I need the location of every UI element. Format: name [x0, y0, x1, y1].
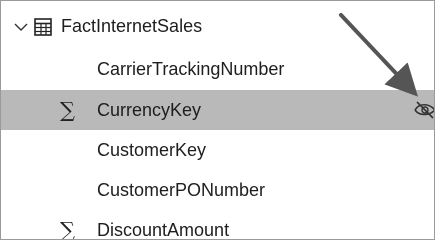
sigma-icon: ∑ — [60, 98, 75, 122]
field-label: CustomerKey — [97, 140, 207, 160]
field-label: CustomerPONumber — [97, 180, 266, 200]
field-label: DiscountAmount — [97, 220, 230, 240]
field-row-customerkey[interactable]: CustomerKey — [1, 130, 434, 170]
field-label: CurrencyKey — [97, 100, 202, 120]
eye-hidden-icon[interactable] — [413, 100, 435, 120]
field-row-customerponumber[interactable]: CustomerPONumber — [1, 170, 434, 210]
field-row-discountamount[interactable]: ∑ DiscountAmount — [1, 210, 434, 240]
table-row-factinternetsales[interactable]: FactInternetSales — [1, 9, 434, 47]
field-row-currencykey[interactable]: ∑ CurrencyKey — [1, 90, 434, 130]
chevron-down-icon[interactable] — [13, 19, 29, 35]
sigma-icon: ∑ — [60, 218, 75, 240]
fields-pane: FactInternetSales CarrierTrackingNumber … — [0, 0, 435, 240]
table-grid-icon — [34, 18, 52, 36]
field-row-carriertrackingnumber[interactable]: CarrierTrackingNumber — [1, 50, 434, 90]
table-name: FactInternetSales — [61, 16, 203, 36]
field-label: CarrierTrackingNumber — [97, 59, 285, 79]
